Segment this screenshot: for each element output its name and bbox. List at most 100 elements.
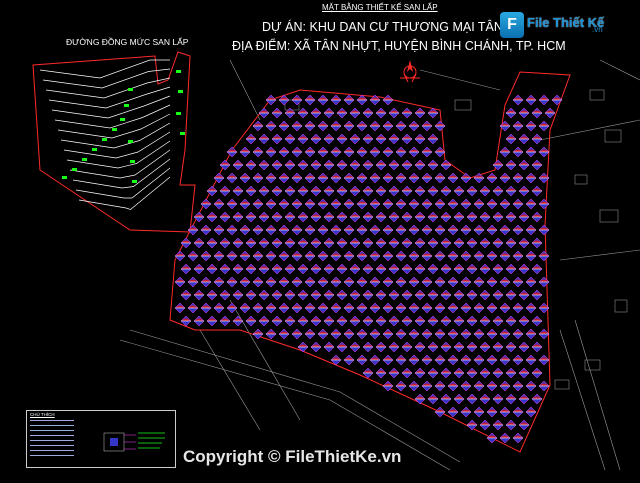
copyright-watermark: Copyright © FileThietKe.vn — [183, 447, 402, 466]
lot-cell — [343, 250, 355, 262]
contour-level-mark — [62, 176, 67, 179]
lot-cell — [499, 198, 511, 210]
lot-cell — [453, 289, 465, 301]
lot-cell — [226, 172, 238, 184]
lot-cell — [336, 341, 348, 353]
lot-cell — [447, 250, 459, 262]
lot-cell — [499, 432, 511, 444]
lot-cell — [200, 250, 212, 262]
lot-cell — [271, 185, 283, 197]
north-arrow-icon — [400, 60, 420, 83]
lot-cell — [512, 328, 524, 340]
lot-cell — [369, 302, 381, 314]
lot-cell — [336, 107, 348, 119]
lot-cell — [323, 159, 335, 171]
lot-cell — [278, 146, 290, 158]
lot-cell — [362, 211, 374, 223]
lot-cell — [317, 250, 329, 262]
lot-cell — [473, 250, 485, 262]
lot-cell — [187, 224, 199, 236]
lot-cell — [375, 185, 387, 197]
contour-level-mark — [180, 132, 185, 135]
lot-cell — [518, 211, 530, 223]
lot-cell — [336, 159, 348, 171]
lot-cell — [330, 146, 342, 158]
lot-cell — [473, 198, 485, 210]
lot-cell — [395, 328, 407, 340]
lot-cell — [213, 250, 225, 262]
lot-cell — [317, 172, 329, 184]
lot-cell — [174, 302, 186, 314]
lot-cell — [414, 107, 426, 119]
lot-cell — [466, 237, 478, 249]
lot-cell — [297, 211, 309, 223]
lot-cell — [206, 263, 218, 275]
legend-row — [30, 455, 74, 460]
lot-cell — [414, 185, 426, 197]
lot-cell — [453, 315, 465, 327]
lot-cell — [232, 185, 244, 197]
lot-cell — [323, 107, 335, 119]
lot-cell — [362, 315, 374, 327]
lot-cell — [375, 341, 387, 353]
lot-cell — [531, 211, 543, 223]
lot-cell — [453, 185, 465, 197]
lot-cell — [304, 328, 316, 340]
lot-cell — [297, 263, 309, 275]
lot-cell — [421, 276, 433, 288]
lot-cell — [284, 263, 296, 275]
lot-cell — [310, 289, 322, 301]
lot-cell — [414, 211, 426, 223]
lot-cell — [525, 302, 537, 314]
lot-cell — [258, 237, 270, 249]
lot-cell — [421, 146, 433, 158]
lot-cell — [538, 276, 550, 288]
lot-cell — [375, 211, 387, 223]
lot-cell — [343, 198, 355, 210]
lot-cell — [388, 315, 400, 327]
lot-cell — [174, 276, 186, 288]
building-blocks — [284, 89, 628, 390]
lot-cell — [427, 315, 439, 327]
lot-cell — [427, 341, 439, 353]
lot-cell — [297, 159, 309, 171]
lot-cell — [473, 380, 485, 392]
lot-cell — [518, 263, 530, 275]
lot-cell — [492, 263, 504, 275]
lot-cell — [492, 237, 504, 249]
lot-cell — [512, 172, 524, 184]
lot-cell — [252, 302, 264, 314]
lot-cell — [512, 380, 524, 392]
lot-cell — [226, 146, 238, 158]
lot-cell — [278, 328, 290, 340]
lot-cell — [330, 250, 342, 262]
lot-cell — [479, 419, 491, 431]
lot-cell — [258, 107, 270, 119]
lot-cell — [531, 315, 543, 327]
lot-cell — [239, 198, 251, 210]
lot-cell — [408, 276, 420, 288]
lot-cell — [421, 172, 433, 184]
lot-cell — [297, 133, 309, 145]
contour-line — [51, 95, 171, 119]
lot-cell — [473, 224, 485, 236]
lot-cell — [375, 133, 387, 145]
lot-cell — [356, 276, 368, 288]
lot-cell — [284, 289, 296, 301]
lot-cell — [206, 211, 218, 223]
lot-cell — [421, 224, 433, 236]
lot-cell — [499, 328, 511, 340]
lot-cell — [421, 120, 433, 132]
lot-cell — [531, 133, 543, 145]
lot-cell — [245, 237, 257, 249]
lot-cell — [232, 159, 244, 171]
lot-cell — [271, 315, 283, 327]
lot-cell — [310, 211, 322, 223]
lot-cell — [525, 198, 537, 210]
lot-cell — [395, 354, 407, 366]
lot-cell — [219, 315, 231, 327]
lot-cell — [505, 237, 517, 249]
lot-cell — [330, 120, 342, 132]
lot-cell — [518, 289, 530, 301]
lot-cell — [369, 146, 381, 158]
